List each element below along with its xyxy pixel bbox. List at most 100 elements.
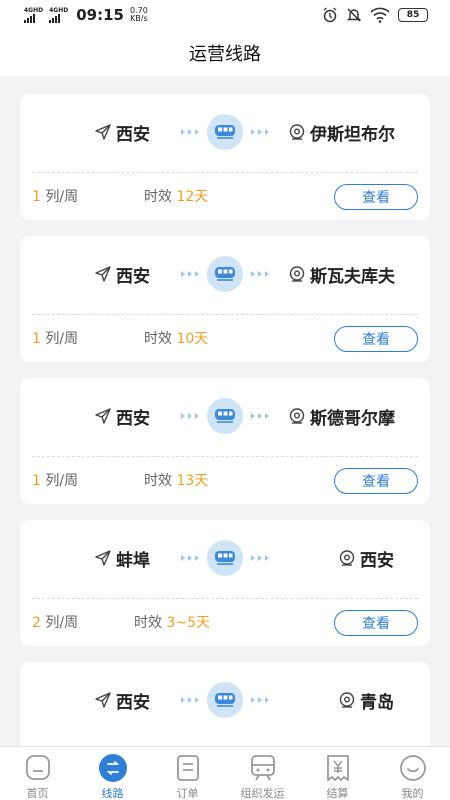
settlement-icon — [326, 755, 349, 781]
tab-label: 结算 — [326, 787, 349, 800]
origin-city: 蚌埠 — [116, 550, 150, 571]
route-row: 西安 斯德哥尔摩 — [20, 398, 430, 434]
arrow-icon — [251, 413, 269, 419]
tab-label: 线路 — [101, 787, 124, 800]
frequency-number: 1 — [32, 331, 41, 347]
location-pin-icon — [339, 550, 355, 566]
route-info: 2 列/周 时效 3~5天 查看 — [32, 608, 418, 636]
tab-home[interactable]: 首页 — [0, 747, 75, 800]
train-icon — [207, 540, 243, 576]
tab-route[interactable]: 线路 — [75, 747, 150, 800]
send-icon — [95, 692, 111, 708]
route-row: 西安 伊斯坦布尔 — [20, 114, 430, 150]
route-info: 1 列/周 时效 10天 查看 — [32, 324, 418, 352]
mute-icon — [346, 8, 362, 22]
train-icon — [207, 682, 243, 718]
destination: 斯瓦夫库夫 — [288, 262, 395, 287]
route-connector — [174, 540, 276, 576]
frequency-number: 1 — [32, 473, 41, 489]
destination: 西安 — [338, 546, 394, 571]
view-button[interactable]: 查看 — [334, 184, 418, 210]
train-icon — [207, 398, 243, 434]
clock: 09:15 — [76, 6, 124, 24]
divider — [32, 314, 418, 315]
destination-city: 斯瓦夫库夫 — [310, 266, 395, 287]
tab-order[interactable]: 订单 — [150, 747, 225, 800]
origin-city: 西安 — [116, 266, 150, 287]
origin: 西安 — [94, 688, 150, 713]
frequency-unit: 列/周 — [45, 189, 79, 205]
divider — [32, 172, 418, 173]
train-icon — [207, 114, 243, 150]
route-card[interactable]: 西安 伊斯坦布尔 1 列/周 时效 12天 查看 — [20, 94, 430, 220]
send-icon — [95, 124, 111, 140]
route-info: 1 列/周 时效 12天 查看 — [32, 182, 418, 210]
timeliness: 时效 10天 — [144, 328, 208, 348]
timeliness: 时效 3~5天 — [134, 612, 210, 632]
train-icon — [207, 256, 243, 292]
alarm-icon — [323, 7, 337, 23]
frequency-number: 1 — [32, 189, 41, 205]
origin: 蚌埠 — [94, 546, 150, 571]
route-card[interactable]: 西安 斯德哥尔摩 1 列/周 时效 13天 查看 — [20, 378, 430, 504]
route-row: 西安 斯瓦夫库夫 — [20, 256, 430, 292]
origin-city: 西安 — [116, 408, 150, 429]
battery-icon: 85 — [398, 8, 428, 22]
origin: 西安 — [94, 120, 150, 145]
home-icon — [25, 755, 50, 780]
timeliness-value: 10天 — [176, 331, 209, 347]
destination-city: 青岛 — [360, 692, 394, 713]
send-icon — [95, 266, 111, 282]
origin: 西安 — [94, 262, 150, 287]
status-bar: 4GHD 4GHD 09:15 0.70 KB/s 85 — [0, 0, 450, 30]
destination-city: 西安 — [360, 550, 394, 571]
route-list[interactable]: 西安 伊斯坦布尔 1 列/周 时效 12天 查看 西安 斯瓦夫库夫 1 列/周 … — [20, 94, 430, 800]
destination: 斯德哥尔摩 — [288, 404, 395, 429]
view-button[interactable]: 查看 — [334, 610, 418, 636]
destination: 伊斯坦布尔 — [288, 120, 395, 145]
tab-organize-shipment[interactable]: 组织发运 — [225, 747, 300, 800]
route-connector — [174, 114, 276, 150]
frequency-unit: 列/周 — [45, 615, 79, 631]
arrow-icon — [181, 271, 199, 277]
location-pin-icon — [289, 408, 305, 424]
tab-settlement[interactable]: 结算 — [300, 747, 375, 800]
timeliness-value: 13天 — [176, 473, 209, 489]
send-icon — [95, 408, 111, 424]
route-card[interactable]: 西安 斯瓦夫库夫 1 列/周 时效 10天 查看 — [20, 236, 430, 362]
route-connector — [174, 256, 276, 292]
train-icon — [250, 755, 275, 781]
frequency: 2 列/周 — [32, 612, 78, 632]
arrow-icon — [181, 129, 199, 135]
arrow-icon — [181, 413, 199, 419]
tab-bar: 首页 线路 订单 组织发运 结算 我的 — [0, 746, 450, 800]
timeliness-label: 时效 — [144, 331, 172, 347]
timeliness-label: 时效 — [144, 189, 172, 205]
destination-city: 伊斯坦布尔 — [310, 124, 395, 145]
timeliness: 时效 13天 — [144, 470, 208, 490]
frequency: 1 列/周 — [32, 328, 78, 348]
wifi-icon — [370, 7, 390, 23]
header: 运营线路 — [0, 30, 450, 76]
order-icon — [176, 755, 199, 781]
view-button[interactable]: 查看 — [334, 326, 418, 352]
tab-profile[interactable]: 我的 — [375, 747, 450, 800]
destination-city: 斯德哥尔摩 — [310, 408, 395, 429]
route-card[interactable]: 蚌埠 西安 2 列/周 时效 3~5天 查看 — [20, 520, 430, 646]
arrow-icon — [181, 697, 199, 703]
tab-label: 组织发运 — [240, 787, 285, 800]
destination: 青岛 — [338, 688, 394, 713]
timeliness-label: 时效 — [144, 473, 172, 489]
location-pin-icon — [289, 124, 305, 140]
status-right: 85 — [322, 7, 428, 23]
view-button[interactable]: 查看 — [334, 468, 418, 494]
timeliness-value: 3~5天 — [166, 615, 210, 631]
arrow-icon — [251, 697, 269, 703]
speed-unit: KB/s — [130, 14, 148, 23]
arrow-icon — [181, 555, 199, 561]
timeliness: 时效 12天 — [144, 186, 208, 206]
frequency-unit: 列/周 — [45, 331, 79, 347]
route-info: 1 列/周 时效 13天 查看 — [32, 466, 418, 494]
tab-label: 首页 — [26, 787, 49, 800]
timeliness-label: 时效 — [134, 615, 162, 631]
